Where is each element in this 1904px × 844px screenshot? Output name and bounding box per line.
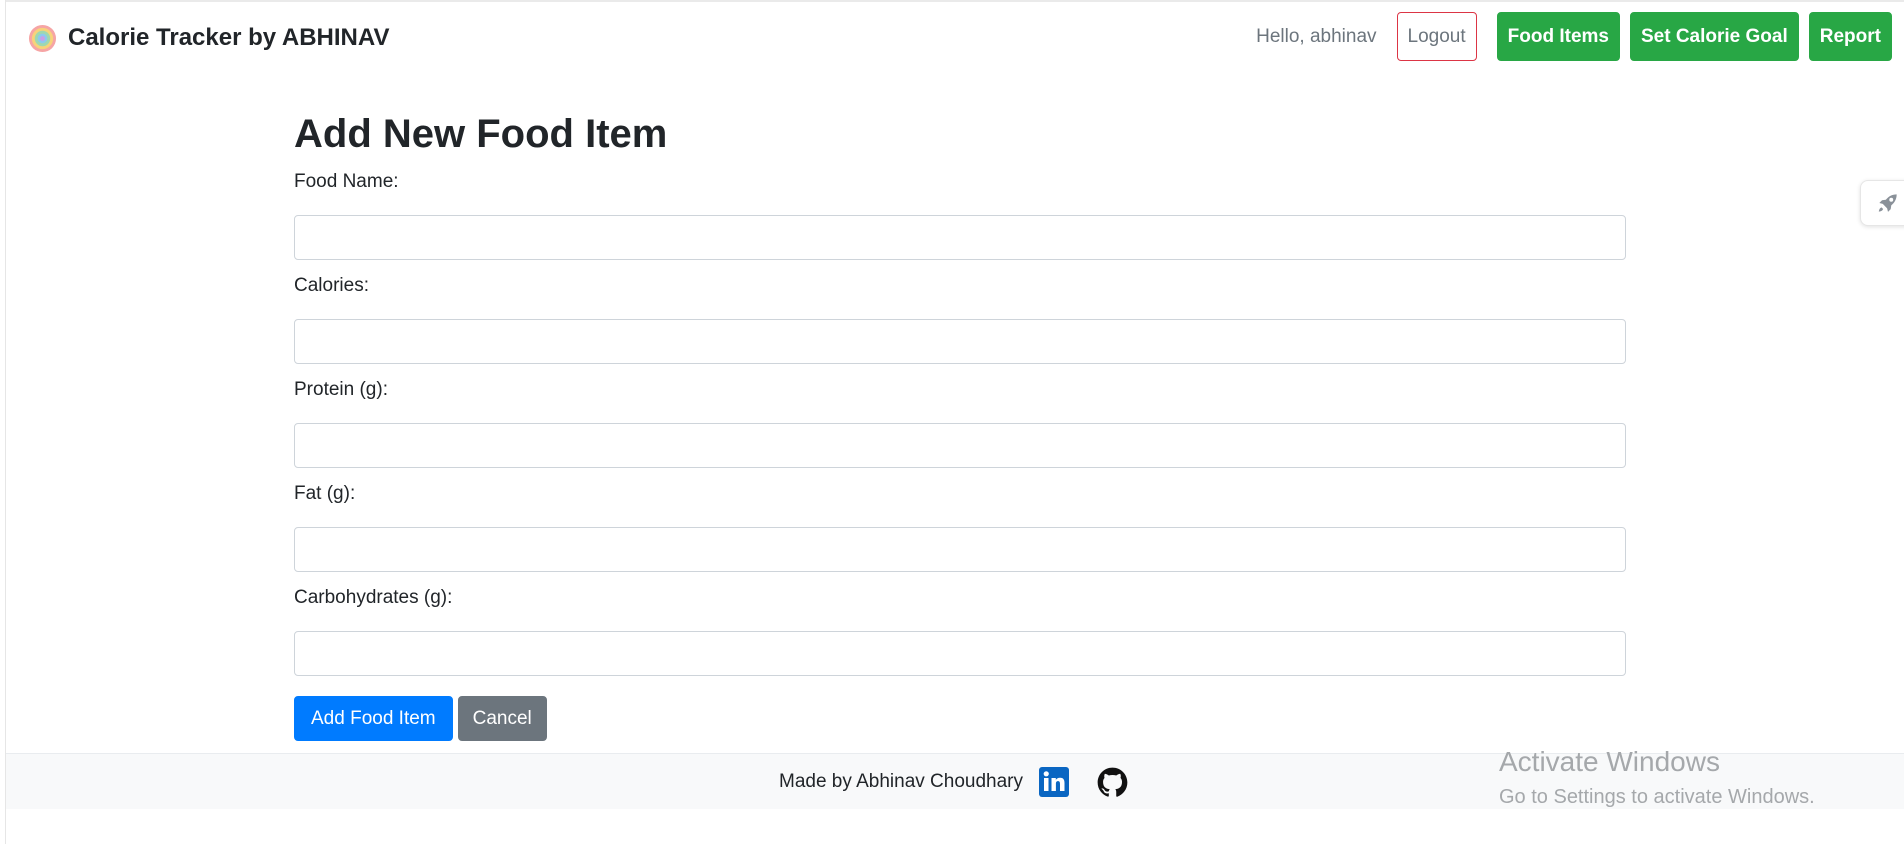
fat-field: Fat (g): xyxy=(294,482,1626,572)
fat-input[interactable] xyxy=(294,527,1626,572)
brand-link[interactable]: Calorie Tracker by ABHINAV xyxy=(28,22,389,54)
cancel-button[interactable]: Cancel xyxy=(457,696,547,741)
food-name-field: Food Name: xyxy=(294,170,1626,260)
add-food-item-button[interactable]: Add Food Item xyxy=(294,696,453,741)
set-calorie-goal-button[interactable]: Set Calorie Goal xyxy=(1629,12,1799,61)
footer-credit: Made by Abhinav Choudhary xyxy=(779,771,1023,792)
add-food-form: Add New Food Item Food Name: Calories: P… xyxy=(294,110,1626,741)
logout-button[interactable]: Logout xyxy=(1396,12,1477,61)
report-button[interactable]: Report xyxy=(1808,12,1892,61)
brand-logo-icon xyxy=(28,24,57,52)
food-items-button[interactable]: Food Items xyxy=(1496,12,1620,61)
food-name-label: Food Name: xyxy=(294,171,399,192)
calories-field: Calories: xyxy=(294,274,1626,364)
footer-content: Made by Abhinav Choudhary xyxy=(779,764,1128,800)
watermark-title: Activate Windows xyxy=(1499,746,1720,777)
carbohydrates-field: Carbohydrates (g): xyxy=(294,586,1626,676)
protein-field: Protein (g): xyxy=(294,378,1626,468)
carbohydrates-input[interactable] xyxy=(294,631,1626,676)
side-widget[interactable] xyxy=(1860,180,1904,226)
protein-input[interactable] xyxy=(294,423,1626,468)
navbar: Calorie Tracker by ABHINAV Hello, abhina… xyxy=(0,0,1904,76)
carbohydrates-label: Carbohydrates (g): xyxy=(294,587,453,608)
linkedin-icon[interactable] xyxy=(1039,767,1069,797)
nav-right: Hello, abhinav Logout Food Items Set Cal… xyxy=(1256,12,1892,61)
page: Calorie Tracker by ABHINAV Hello, abhina… xyxy=(0,0,1904,844)
food-name-input[interactable] xyxy=(294,215,1626,260)
rocket-icon xyxy=(1878,194,1897,212)
fat-label: Fat (g): xyxy=(294,483,356,504)
user-greeting: Hello, abhinav xyxy=(1256,25,1377,47)
calories-input[interactable] xyxy=(294,319,1626,364)
protein-label: Protein (g): xyxy=(294,379,388,400)
windows-activation-watermark: Activate Windows Go to Settings to activ… xyxy=(1499,745,1815,810)
calories-label: Calories: xyxy=(294,275,369,296)
page-title: Add New Food Item xyxy=(294,112,668,156)
watermark-subtitle: Go to Settings to activate Windows. xyxy=(1499,786,1815,808)
github-icon[interactable] xyxy=(1097,767,1128,798)
form-actions: Add Food Item Cancel xyxy=(294,696,1626,741)
brand-text: Calorie Tracker by ABHINAV xyxy=(68,24,390,51)
window-left-edge xyxy=(0,0,6,844)
